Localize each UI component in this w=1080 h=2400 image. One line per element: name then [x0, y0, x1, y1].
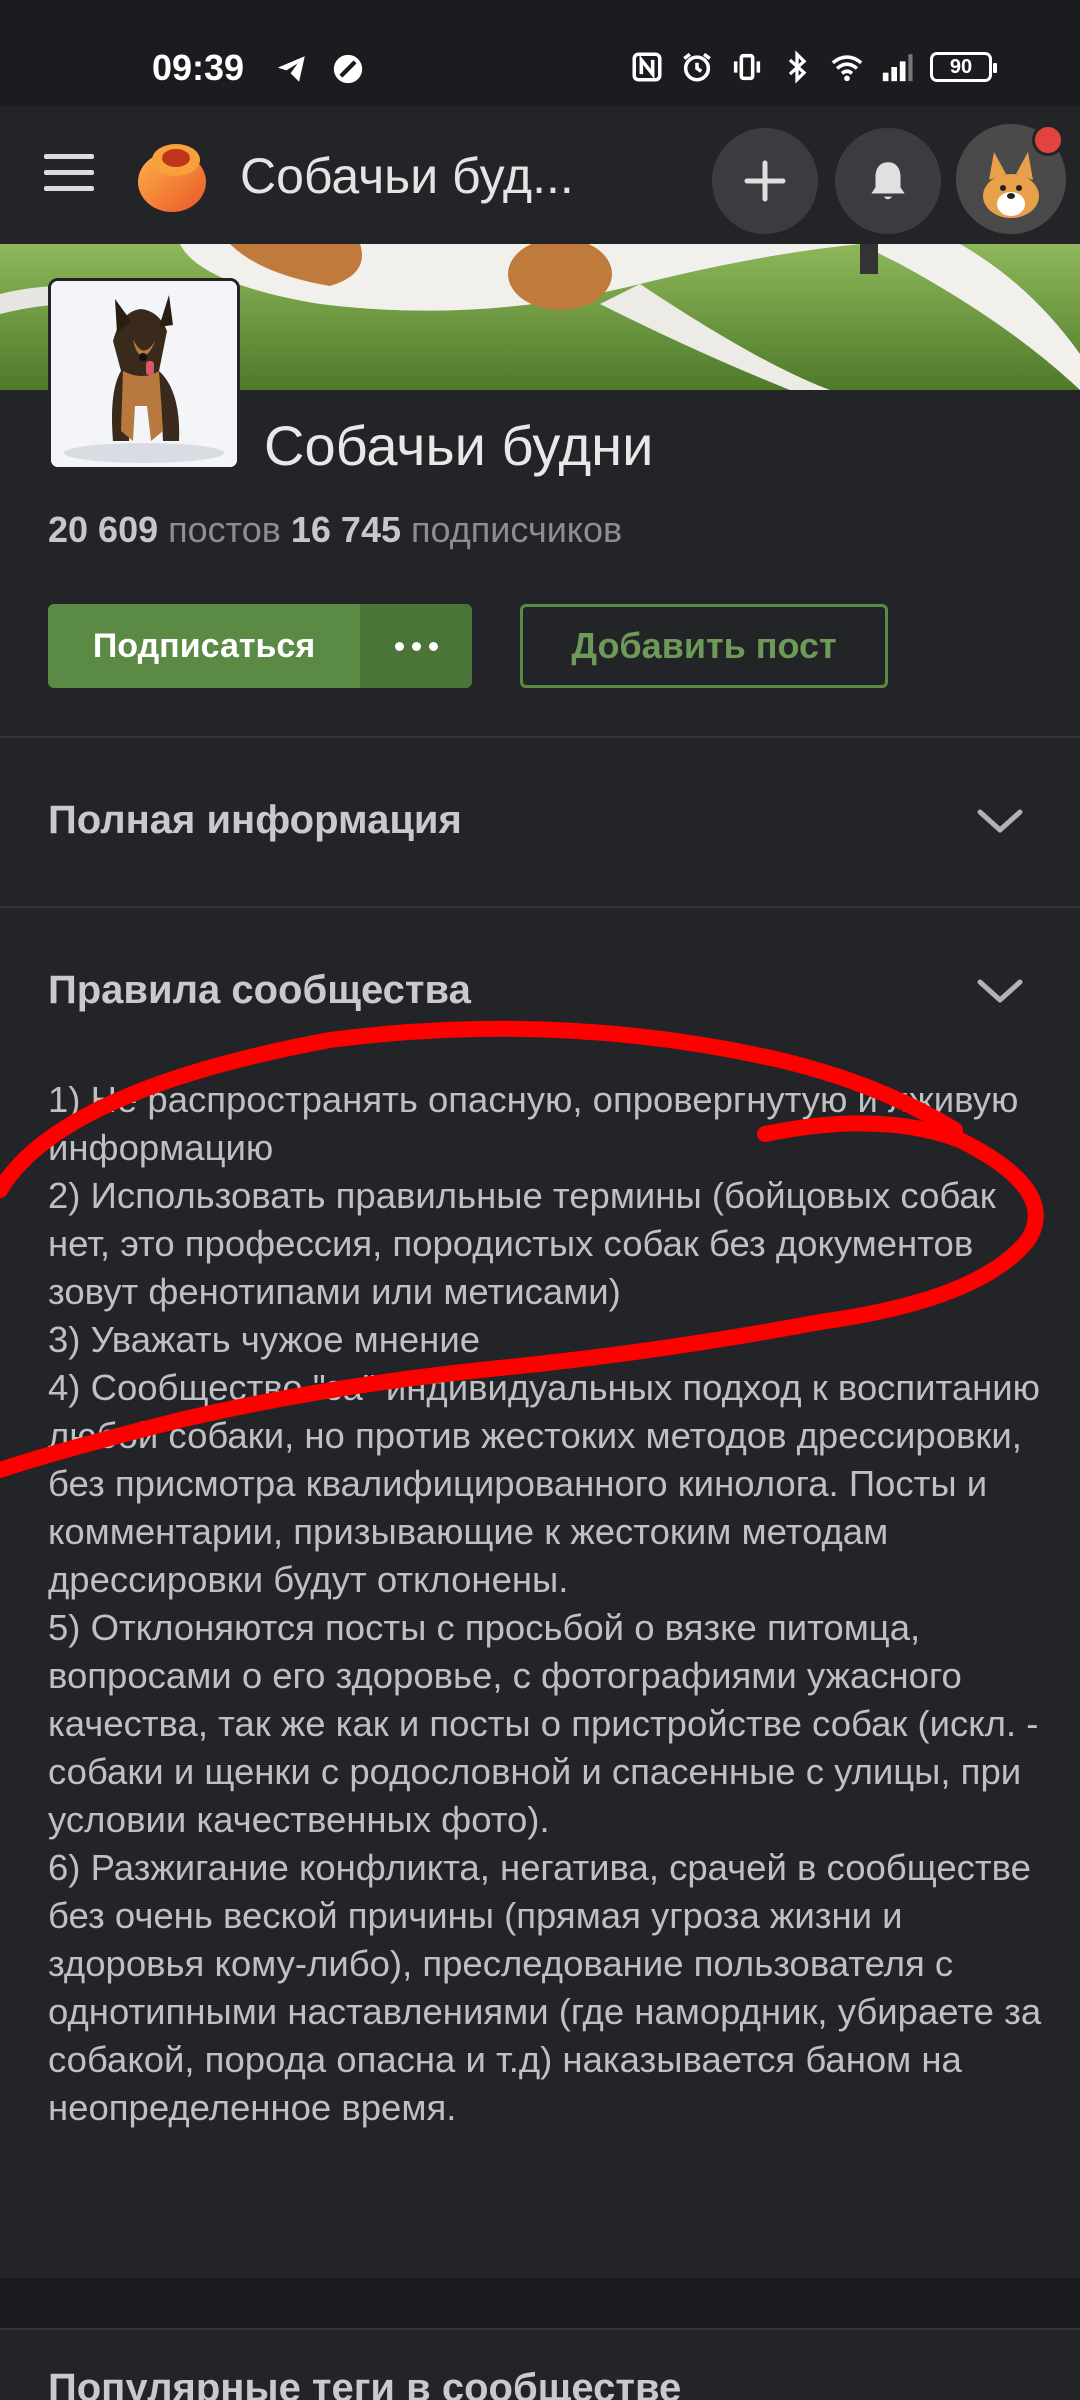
- plus-icon: [744, 160, 786, 202]
- chevron-down-icon[interactable]: [976, 976, 1024, 1006]
- signal-icon: [882, 54, 913, 82]
- rule-item: 2) Использовать правильные термины (бойц…: [48, 1175, 996, 1312]
- rule-item: 6) Разжигание конфликта, негатива, сраче…: [48, 1847, 1042, 2128]
- add-post-button[interactable]: Добавить пост: [520, 604, 888, 688]
- divider: [0, 736, 1080, 738]
- shepherd-dog-image: [51, 281, 237, 467]
- subscribers-label: подписчиков: [411, 509, 623, 550]
- rule-item: 4) Сообщество "за" индивидуальных подход…: [48, 1367, 1041, 1600]
- full-info-header[interactable]: Полная информация: [48, 796, 462, 844]
- no-disturb-icon: [333, 54, 363, 84]
- rule-item: 1) Не распространять опасную, опровергну…: [48, 1079, 1019, 1168]
- posts-label: постов: [168, 509, 281, 550]
- app-title: Собачьи буд...: [240, 148, 574, 204]
- dot-icon: [394, 641, 404, 651]
- bluetooth-icon: [788, 50, 807, 84]
- dot-icon: [428, 641, 438, 651]
- alarm-icon: [683, 52, 711, 82]
- battery-indicator: 90: [930, 52, 997, 82]
- divider: [0, 906, 1080, 908]
- app-bar: Собачьи буд...: [0, 106, 1080, 244]
- nfc-icon: [632, 52, 662, 82]
- community-avatar[interactable]: [48, 278, 240, 470]
- create-post-button[interactable]: [712, 128, 818, 234]
- app-logo[interactable]: [130, 134, 214, 218]
- rule-item: 3) Уважать чужое мнение: [48, 1319, 481, 1360]
- subscribe-button[interactable]: Подписаться: [48, 604, 360, 688]
- divider: [0, 2328, 1080, 2330]
- rules-text: 1) Не распространять опасную, опровергну…: [48, 1076, 1048, 2132]
- status-time: 09:39: [152, 47, 245, 88]
- posts-count: 20 609: [48, 509, 159, 550]
- rules-header[interactable]: Правила сообщества: [48, 966, 471, 1014]
- notifications-button[interactable]: [835, 128, 941, 234]
- telegram-icon: [277, 56, 305, 82]
- dot-icon: [411, 641, 421, 651]
- section-separator: [0, 2278, 1080, 2328]
- chevron-down-icon[interactable]: [976, 806, 1024, 836]
- rule-item: 5) Отклоняются посты с просьбой о вязке …: [48, 1607, 1039, 1840]
- notification-dot: [1032, 124, 1064, 156]
- popular-tags-header[interactable]: Популярные теги в сообществе: [48, 2364, 681, 2400]
- wifi-icon: [831, 55, 863, 82]
- more-options-button[interactable]: [360, 604, 472, 688]
- vibrate-icon: [733, 53, 761, 81]
- community-stats: 20 609 постов 16 745 подписчиков: [48, 508, 622, 552]
- status-bar: 09:39 90: [0, 0, 1080, 106]
- subscribers-count: 16 745: [290, 509, 401, 550]
- bell-icon: [871, 162, 905, 200]
- menu-icon[interactable]: [44, 154, 94, 194]
- community-name: Собачьи будни: [264, 414, 654, 477]
